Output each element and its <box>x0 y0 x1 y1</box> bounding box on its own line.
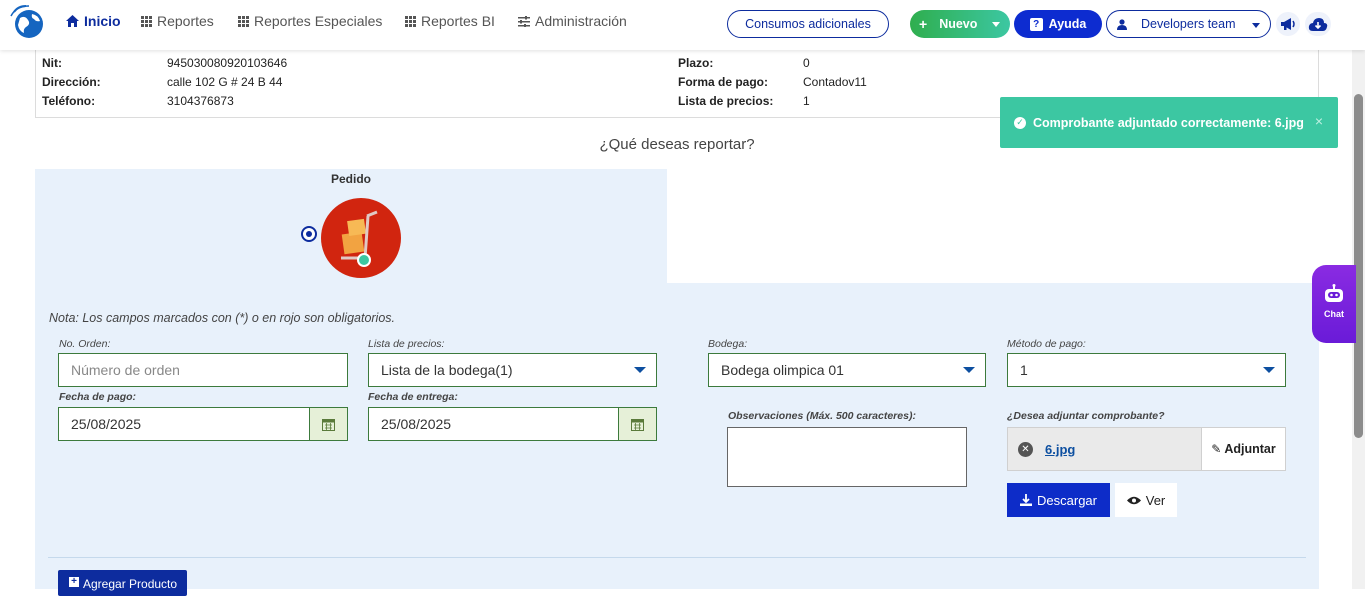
team-label: Developers team <box>1141 17 1236 31</box>
direccion-label: Dirección: <box>42 75 101 89</box>
metodo-pago-label: Método de pago: <box>1007 338 1086 350</box>
grid-icon <box>405 15 416 27</box>
adjuntar-label: Adjuntar <box>1224 442 1276 456</box>
chevron-down-icon <box>1252 23 1260 28</box>
lista-precios-label: Lista de precios: <box>678 94 774 108</box>
nav-reportes-bi[interactable]: Reportes BI <box>405 13 495 29</box>
fecha-entrega-label: Fecha de entrega: <box>368 391 458 403</box>
order-form-panel: Nota: Los campos marcados con (*) o en r… <box>35 283 1319 596</box>
ayuda-button[interactable]: ? Ayuda <box>1014 10 1102 38</box>
calendar-icon[interactable] <box>309 408 347 440</box>
robot-icon <box>1325 284 1343 302</box>
nav-reportes-label: Reportes <box>157 13 214 29</box>
observaciones-textarea[interactable] <box>727 427 967 487</box>
orden-placeholder: Número de orden <box>71 362 180 378</box>
pedido-radio[interactable] <box>301 226 317 242</box>
observaciones-label: Observaciones (Máx. 500 caracteres): <box>728 410 916 422</box>
chevron-down-icon <box>963 367 975 373</box>
bodega-label: Bodega: <box>708 338 748 350</box>
grid-icon <box>141 15 152 27</box>
direccion-value: calle 102 G # 24 B 44 <box>167 75 283 89</box>
forma-pago-label: Forma de pago: <box>678 75 769 89</box>
telefono-value: 3104376873 <box>167 94 234 108</box>
descargar-button[interactable]: Descargar <box>1007 483 1110 517</box>
chat-widget-button[interactable]: Chat <box>1312 265 1356 343</box>
chevron-down-icon <box>1263 367 1275 373</box>
lista-precios-select[interactable]: Lista de la bodega(1) <box>368 353 657 387</box>
form-divider <box>48 557 1306 558</box>
nuevo-label: Nuevo <box>939 17 978 31</box>
chevron-down-icon <box>992 22 1000 27</box>
plus-icon: + <box>919 16 928 32</box>
agregar-producto-button[interactable]: + Agregar Producto <box>58 570 187 596</box>
nav-inicio[interactable]: Inicio <box>66 13 121 29</box>
metodo-pago-selected: 1 <box>1020 362 1028 378</box>
nav-inicio-label: Inicio <box>84 13 121 29</box>
lista-precios-field-label: Lista de precios: <box>368 338 445 350</box>
adjuntar-question: ¿Desea adjuntar comprobante? <box>1007 410 1165 422</box>
download-icon <box>1020 494 1033 506</box>
nav-administracion-label: Administración <box>535 13 627 29</box>
chat-label: Chat <box>1324 309 1344 319</box>
paperclip-icon: ✎ <box>1211 442 1222 456</box>
fecha-pago-input[interactable]: 25/08/2025 <box>58 407 348 441</box>
orden-input[interactable]: Número de orden <box>58 353 348 387</box>
nav-reportes-bi-label: Reportes BI <box>421 13 495 29</box>
file-attachment-field: ✕ 6.jpg ✎ Adjuntar <box>1007 427 1286 471</box>
ayuda-label: Ayuda <box>1048 17 1087 31</box>
lista-precios-selected: Lista de la bodega(1) <box>381 362 513 378</box>
required-note: Nota: Los campos marcados con (*) o en r… <box>49 311 396 325</box>
home-icon <box>66 15 79 27</box>
help-icon: ? <box>1029 17 1043 31</box>
ver-button[interactable]: Ver <box>1115 483 1177 517</box>
fecha-pago-label: Fecha de pago: <box>59 391 137 403</box>
nav-reportes-especiales[interactable]: Reportes Especiales <box>238 13 382 29</box>
grid-icon <box>238 15 249 27</box>
success-toast: ✓ Comprobante adjuntado correctamente: 6… <box>1000 97 1338 148</box>
nuevo-button[interactable]: + Nuevo <box>910 10 1010 38</box>
adjuntar-button[interactable]: ✎ Adjuntar <box>1201 428 1285 470</box>
lista-precios-value: 1 <box>803 94 810 108</box>
sliders-icon <box>518 15 530 27</box>
nit-label: Nit: <box>42 56 62 70</box>
cloud-download-icon[interactable] <box>1305 12 1331 36</box>
app-logo[interactable] <box>8 4 48 40</box>
nit-value: 945030080920103646 <box>167 56 288 70</box>
descargar-label: Descargar <box>1037 492 1097 508</box>
metodo-pago-select[interactable]: 1 <box>1007 353 1286 387</box>
pedido-option-card[interactable]: Pedido <box>35 169 667 283</box>
fecha-entrega-input[interactable]: 25/08/2025 <box>368 407 657 441</box>
remove-file-icon[interactable]: ✕ <box>1018 442 1033 457</box>
bodega-selected: Bodega olimpica 01 <box>721 362 844 378</box>
nav-reportes-especiales-label: Reportes Especiales <box>254 13 383 29</box>
bodega-select[interactable]: Bodega olimpica 01 <box>708 353 986 387</box>
top-navbar: Inicio Reportes Reportes Especiales Repo… <box>0 0 1365 50</box>
plus-square-icon: + <box>69 577 79 587</box>
calendar-icon[interactable] <box>618 408 656 440</box>
telefono-label: Teléfono: <box>42 94 96 108</box>
forma-pago-value: Contadov11 <box>803 75 867 89</box>
nav-administracion[interactable]: Administración <box>518 13 627 29</box>
consumos-adicionales-label: Consumos adicionales <box>745 17 871 31</box>
toast-message: Comprobante adjuntado correctamente: 6.j… <box>1033 115 1304 130</box>
toast-close-icon[interactable]: × <box>1315 113 1323 129</box>
orden-label: No. Orden: <box>59 338 111 350</box>
check-circle-icon: ✓ <box>1014 116 1026 129</box>
pedido-option-label: Pedido <box>330 172 371 186</box>
plazo-value: 0 <box>803 56 810 70</box>
team-selector[interactable]: Developers team <box>1106 10 1271 38</box>
nav-reportes[interactable]: Reportes <box>141 13 214 29</box>
plazo-label: Plazo: <box>678 56 714 70</box>
hand-truck-icon <box>321 198 401 278</box>
user-icon <box>1117 18 1127 30</box>
consumos-adicionales-button[interactable]: Consumos adicionales <box>727 10 889 38</box>
ver-label: Ver <box>1145 492 1166 508</box>
fecha-entrega-value: 25/08/2025 <box>381 416 452 432</box>
chevron-down-icon <box>634 367 646 373</box>
fecha-pago-value: 25/08/2025 <box>71 416 142 432</box>
megaphone-icon[interactable] <box>1276 12 1300 36</box>
eye-icon <box>1126 496 1141 504</box>
attached-file-link[interactable]: 6.jpg <box>1045 442 1075 457</box>
